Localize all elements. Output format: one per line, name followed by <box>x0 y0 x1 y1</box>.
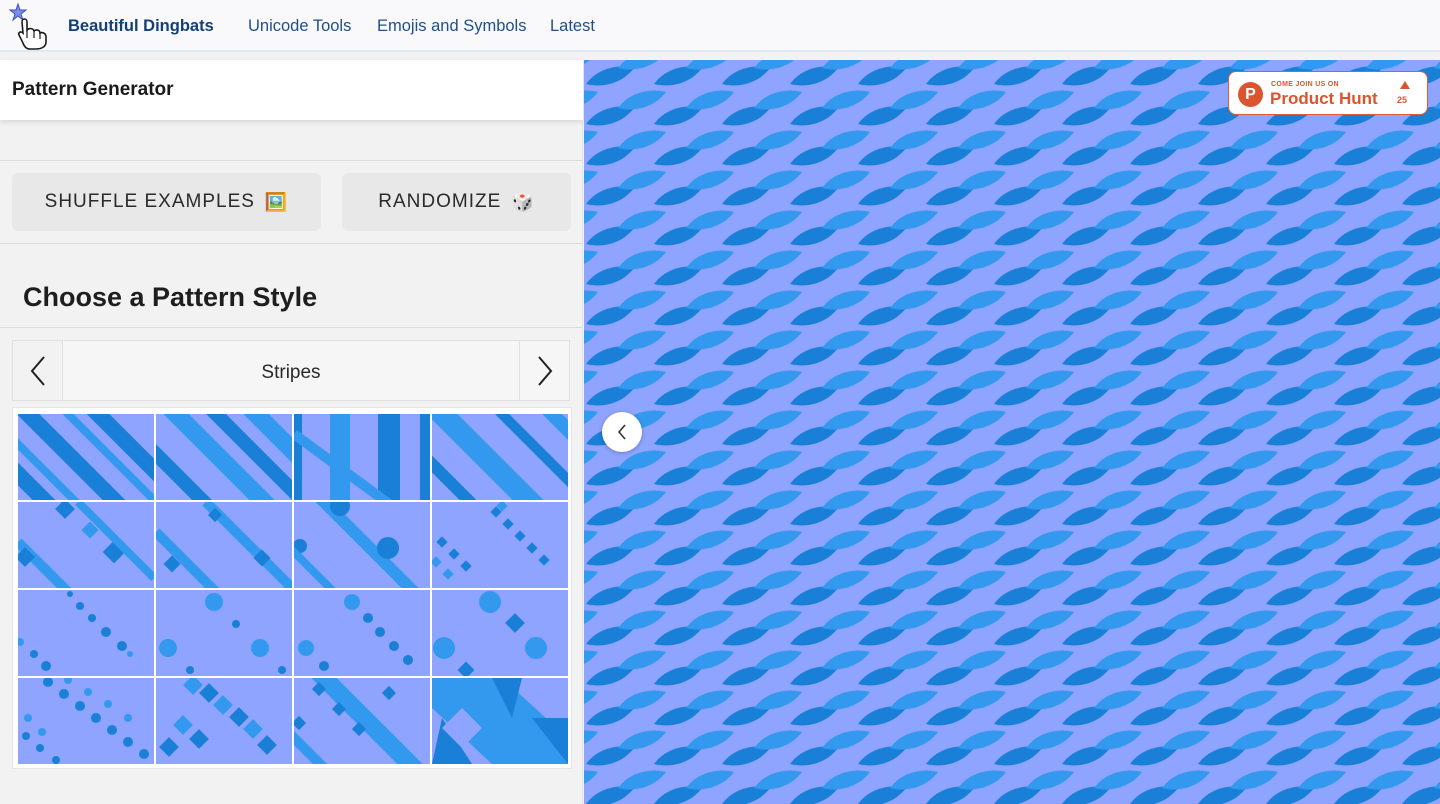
product-hunt-name: Product Hunt <box>1270 89 1378 108</box>
pattern-thumbnail[interactable] <box>18 590 154 676</box>
product-hunt-small-text: COME JOIN US ON <box>1271 81 1339 88</box>
pattern-thumbnail[interactable] <box>156 678 292 764</box>
product-hunt-votes: 25 <box>1397 95 1408 105</box>
randomize-label: RANDOMIZE <box>378 191 502 212</box>
pattern-thumbnail[interactable] <box>18 414 154 500</box>
nav-brand-link[interactable]: Beautiful Dingbats <box>68 17 214 36</box>
panel-header: Pattern Generator <box>0 60 583 120</box>
chevron-right-icon <box>537 355 552 386</box>
section-title: Choose a Pattern Style <box>23 282 318 312</box>
chevron-left-icon <box>30 355 45 386</box>
top-nav: Beautiful Dingbats Unicode Tools Emojis … <box>0 0 1440 52</box>
shuffle-examples-label: SHUFFLE EXAMPLES <box>44 191 255 212</box>
pattern-thumbnail[interactable] <box>294 414 430 500</box>
pattern-style-selector: Stripes <box>12 340 570 401</box>
product-hunt-logo-icon: P <box>1238 82 1263 107</box>
pattern-preview <box>584 60 1440 804</box>
pattern-thumbnail[interactable] <box>294 502 430 588</box>
pattern-thumbnail[interactable] <box>156 502 292 588</box>
current-style-label: Stripes <box>261 362 321 383</box>
pattern-style-grid <box>12 407 572 769</box>
control-panel: Pattern Generator SHUFFLE EXAMPLES 🖼️ RA… <box>0 60 583 804</box>
pointing-hand-logo-icon[interactable] <box>8 2 52 50</box>
pattern-thumbnail[interactable] <box>432 678 568 764</box>
randomize-button[interactable]: RANDOMIZE 🎲 <box>342 173 571 231</box>
upvote-triangle-icon <box>1400 81 1410 89</box>
picture-frame-icon: 🖼️ <box>264 191 289 212</box>
next-style-button[interactable] <box>519 341 569 400</box>
panel-title: Pattern Generator <box>12 79 174 100</box>
pattern-thumbnail[interactable] <box>432 502 568 588</box>
previous-style-button[interactable] <box>13 341 63 400</box>
pattern-thumbnail[interactable] <box>432 590 568 676</box>
dice-icon: 🎲 <box>511 191 535 212</box>
nav-link-emojis-symbols[interactable]: Emojis and Symbols <box>377 17 526 36</box>
pattern-thumbnail[interactable] <box>18 502 154 588</box>
divider <box>0 243 583 244</box>
pattern-thumbnail[interactable] <box>18 678 154 764</box>
pattern-thumbnail[interactable] <box>156 590 292 676</box>
product-hunt-badge[interactable]: P COME JOIN US ON Product Hunt 25 <box>1228 71 1428 115</box>
chevron-left-icon <box>617 424 626 440</box>
pattern-thumbnail[interactable] <box>432 414 568 500</box>
pattern-thumbnail[interactable] <box>294 590 430 676</box>
pattern-thumbnail[interactable] <box>294 678 430 764</box>
divider <box>0 160 583 161</box>
shuffle-examples-button[interactable]: SHUFFLE EXAMPLES 🖼️ <box>12 173 321 231</box>
divider <box>0 327 583 328</box>
collapse-panel-button[interactable] <box>602 412 642 452</box>
nav-link-latest[interactable]: Latest <box>550 17 595 36</box>
nav-link-unicode-tools[interactable]: Unicode Tools <box>248 17 351 36</box>
pattern-thumbnail[interactable] <box>156 414 292 500</box>
